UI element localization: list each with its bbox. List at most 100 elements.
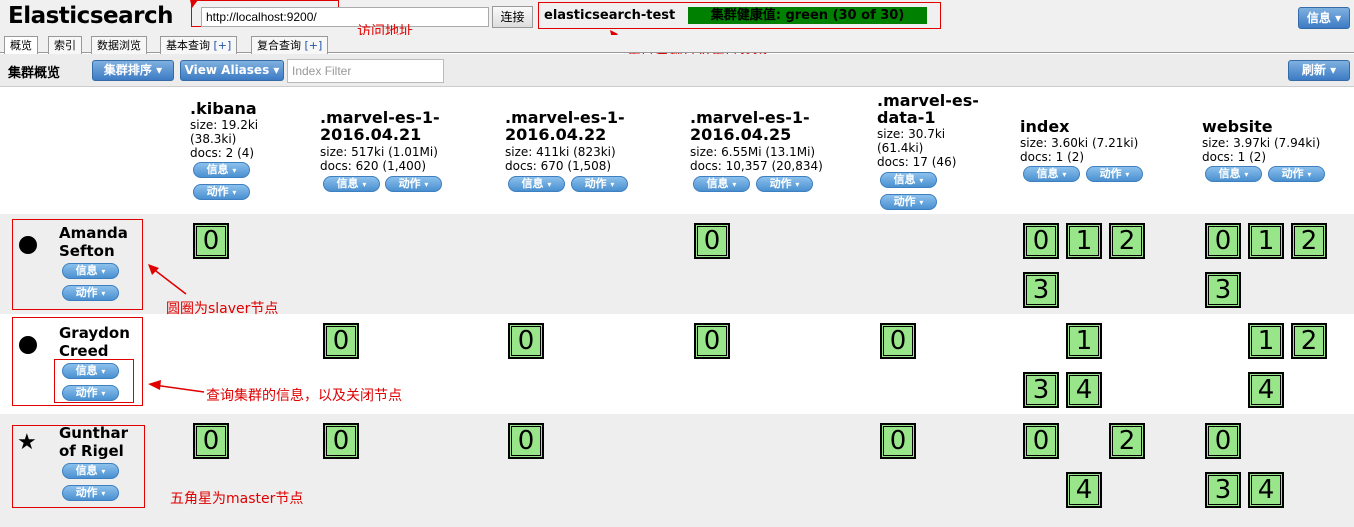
shard-4[interactable]: 4 xyxy=(1248,472,1284,508)
chevron-down-icon: ▾ xyxy=(1244,170,1249,179)
chevron-down-icon: ▾ xyxy=(424,180,429,189)
index-info-button[interactable]: 信息 ▾ xyxy=(193,162,250,178)
shard-0[interactable]: 0 xyxy=(323,323,359,359)
shard-2[interactable]: 2 xyxy=(1109,223,1145,259)
index-docs: docs: 670 (1,508) xyxy=(505,159,612,173)
shard-0[interactable]: 0 xyxy=(1205,423,1241,459)
info-label: 信息 xyxy=(893,173,916,186)
shard-0[interactable]: 0 xyxy=(1205,223,1241,259)
shard-1[interactable]: 1 xyxy=(1248,223,1284,259)
index-action-button[interactable]: 动作 ▾ xyxy=(571,176,628,192)
shard-3[interactable]: 3 xyxy=(1023,372,1059,408)
index-size: size: 3.97ki (7.94ki) xyxy=(1202,136,1321,150)
index-size: size: 19.2ki xyxy=(190,118,259,132)
index-info-button[interactable]: 信息 ▾ xyxy=(1205,166,1262,182)
info-label: 信息 xyxy=(1218,167,1241,180)
index-size: size: 6.55Mi (13.1Mi) xyxy=(690,145,816,159)
tab-browser[interactable]: 数据浏览 xyxy=(91,36,147,54)
index-size: size: 3.60ki (7.21ki) xyxy=(1020,136,1139,150)
chevron-down-icon: ▾ xyxy=(795,180,800,189)
cluster-health-badge: 集群健康值: green (30 of 30) xyxy=(688,7,927,24)
cluster-sort-button[interactable]: 集群排序 ▾ xyxy=(92,60,174,81)
shard-1[interactable]: 1 xyxy=(1066,223,1102,259)
index-action-button[interactable]: 动作 ▾ xyxy=(1086,166,1143,182)
shard-2[interactable]: 2 xyxy=(1109,423,1145,459)
index-info-button[interactable]: 信息 ▾ xyxy=(508,176,565,192)
index-info-button[interactable]: 信息 ▾ xyxy=(880,172,937,188)
connect-button[interactable]: 连接 xyxy=(492,6,533,28)
index-info-button[interactable]: 信息 ▾ xyxy=(1023,166,1080,182)
index-docs: docs: 1 (2) xyxy=(1020,150,1085,164)
shard-0[interactable]: 0 xyxy=(1023,223,1059,259)
url-input[interactable] xyxy=(201,7,489,27)
index-name-line2: 2016.04.21 xyxy=(320,125,422,144)
chevron-down-icon: ▾ xyxy=(1307,170,1312,179)
info-menu-button[interactable]: 信息 ▾ xyxy=(1298,7,1350,29)
index-name: index xyxy=(1020,117,1070,136)
action-label: 动作 xyxy=(1099,167,1122,180)
chevron-down-icon: ▾ xyxy=(919,176,924,185)
shard-1[interactable]: 1 xyxy=(1066,323,1102,359)
action-label: 动作 xyxy=(1281,167,1304,180)
annotation-arrow-url xyxy=(190,0,198,8)
index-size: size: 411ki (823ki) xyxy=(505,145,616,159)
index-docs: docs: 1 (2) xyxy=(1202,150,1267,164)
index-info-button[interactable]: 信息 ▾ xyxy=(323,176,380,192)
shard-2[interactable]: 2 xyxy=(1291,223,1327,259)
index-action-button[interactable]: 动作 ▾ xyxy=(193,184,250,200)
index-name: .marvel-es-1- xyxy=(505,108,625,127)
shard-0[interactable]: 0 xyxy=(880,423,916,459)
chevron-down-icon: ▾ xyxy=(1125,170,1130,179)
index-name: .marvel-es- xyxy=(877,91,979,110)
shard-0[interactable]: 0 xyxy=(323,423,359,459)
shard-4[interactable]: 4 xyxy=(1066,372,1102,408)
shard-4[interactable]: 4 xyxy=(1066,472,1102,508)
chevron-down-icon: ▾ xyxy=(919,198,924,207)
shard-0[interactable]: 0 xyxy=(508,423,544,459)
shard-0[interactable]: 0 xyxy=(193,223,229,259)
shard-3[interactable]: 3 xyxy=(1205,472,1241,508)
tab-structured-query-label: 复合查询 xyxy=(257,39,301,52)
index-action-button[interactable]: 动作 ▾ xyxy=(385,176,442,192)
shard-0[interactable]: 0 xyxy=(1023,423,1059,459)
info-label: 信息 xyxy=(706,177,729,190)
info-label: 信息 xyxy=(336,177,359,190)
tab-indices[interactable]: 索引 xyxy=(48,36,82,54)
shard-0[interactable]: 0 xyxy=(508,323,544,359)
index-name: .marvel-es-1- xyxy=(320,108,440,127)
index-docs: docs: 2 (4) xyxy=(190,146,255,160)
action-label: 动作 xyxy=(206,185,229,198)
shard-0[interactable]: 0 xyxy=(694,223,730,259)
shard-4[interactable]: 4 xyxy=(1248,372,1284,408)
refresh-button[interactable]: 刷新 ▾ xyxy=(1288,60,1350,81)
index-name: .marvel-es-1- xyxy=(690,108,810,127)
index-info-button[interactable]: 信息 ▾ xyxy=(693,176,750,192)
index-size: size: 30.7ki xyxy=(877,127,946,141)
tab-overview[interactable]: 概览 xyxy=(4,36,38,55)
index-size-total: (38.3ki) xyxy=(190,132,237,146)
shard-3[interactable]: 3 xyxy=(1205,272,1241,308)
shard-0[interactable]: 0 xyxy=(880,323,916,359)
view-aliases-button[interactable]: View Aliases ▾ xyxy=(180,60,284,81)
index-action-button[interactable]: 动作 ▾ xyxy=(756,176,813,192)
index-action-button[interactable]: 动作 ▾ xyxy=(1268,166,1325,182)
annotation-box-node xyxy=(12,219,143,310)
tab-indices-label: 索引 xyxy=(54,39,76,52)
action-label: 动作 xyxy=(893,195,916,208)
annotation-arrow-query xyxy=(148,380,205,393)
shard-0[interactable]: 0 xyxy=(694,323,730,359)
shard-2[interactable]: 2 xyxy=(1291,323,1327,359)
index-filter-input[interactable]: Index Filter xyxy=(287,59,444,83)
index-size-total: (61.4ki) xyxy=(877,141,924,155)
info-label: 信息 xyxy=(206,163,229,176)
index-name: .kibana xyxy=(190,99,257,118)
tab-structured-query[interactable]: 复合查询 [+] xyxy=(251,36,329,54)
info-label: 信息 xyxy=(521,177,544,190)
shard-3[interactable]: 3 xyxy=(1023,272,1059,308)
tab-overview-label: 概览 xyxy=(10,39,32,52)
index-action-button[interactable]: 动作 ▾ xyxy=(880,194,937,210)
chevron-down-icon: ▾ xyxy=(1062,170,1067,179)
shard-0[interactable]: 0 xyxy=(193,423,229,459)
shard-1[interactable]: 1 xyxy=(1248,323,1284,359)
tab-basic-query[interactable]: 基本查询 [+] xyxy=(160,36,238,54)
